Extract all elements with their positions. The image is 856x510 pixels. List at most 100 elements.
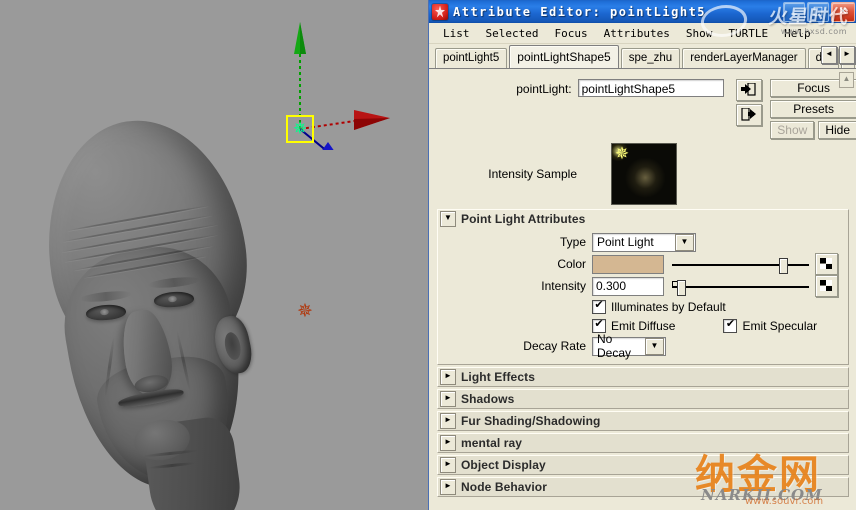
frame-title-point-light-attributes: Point Light Attributes — [461, 212, 586, 226]
frame-header-light-effects[interactable]: ► Light Effects — [438, 368, 848, 386]
texture-map-icon — [820, 280, 832, 291]
intensity-sample-label: Intensity Sample — [488, 167, 577, 181]
decay-rate-row: Decay Rate No Decay ▼ — [438, 332, 848, 360]
minimize-button[interactable]: _ — [783, 2, 805, 22]
color-map-button[interactable] — [815, 253, 838, 275]
collapse-arrow-icon[interactable]: ▼ — [440, 211, 456, 227]
frame-point-light-attributes: ▼ Point Light Attributes Type Point Ligh… — [437, 72, 854, 365]
frame-title-fur-shading-shadowing: Fur Shading/Shadowing — [461, 414, 601, 428]
3d-viewport[interactable]: ✵ ✵ — [0, 0, 428, 510]
expand-arrow-icon[interactable]: ► — [440, 435, 456, 451]
type-dropdown[interactable]: Point Light ▼ — [592, 232, 696, 252]
load-attributes-buttons — [736, 79, 763, 126]
chevron-down-icon: ▼ — [645, 337, 664, 355]
emit-diffuse-checkbox[interactable] — [592, 318, 606, 333]
load-attributes-in-icon[interactable] — [736, 79, 763, 101]
type-dropdown-value: Point Light — [597, 235, 654, 249]
frame-header-point-light-attributes[interactable]: ▼ Point Light Attributes — [438, 210, 848, 228]
attribute-editor-window: Attribute Editor: pointLight5 _ □ × 火星时代… — [428, 0, 856, 510]
maximize-icon: □ — [812, 4, 824, 17]
frame-header-mental-ray[interactable]: ► mental ray — [438, 434, 848, 452]
intensity-slider[interactable] — [672, 277, 809, 296]
frame-title-object-display: Object Display — [461, 458, 546, 472]
color-row: Color — [438, 253, 848, 275]
frame-header-shadows[interactable]: ► Shadows — [438, 390, 848, 408]
head-model[interactable] — [29, 106, 280, 510]
menu-attributes[interactable]: Attributes — [596, 25, 678, 42]
maximize-button[interactable]: □ — [807, 2, 829, 22]
scroll-up-button[interactable]: ▲ — [839, 72, 854, 88]
presets-button[interactable]: Presets — [770, 100, 856, 118]
frame-node-behavior: ► Node Behavior — [437, 477, 849, 497]
tab-spe-zhu[interactable]: spe_zhu — [620, 48, 681, 68]
frame-header-node-behavior[interactable]: ► Node Behavior — [438, 478, 848, 496]
frame-header-object-display[interactable]: ► Object Display — [438, 456, 848, 474]
intensity-slider-thumb[interactable] — [677, 279, 687, 296]
illuminates-by-default-checkbox[interactable] — [592, 299, 606, 314]
color-slider-thumb[interactable] — [778, 257, 788, 274]
chevron-down-icon: ▼ — [675, 233, 694, 251]
tab-pointlight5[interactable]: pointLight5 — [435, 48, 508, 68]
frame-title-light-effects: Light Effects — [461, 370, 535, 384]
tab-renderlayermanager[interactable]: renderLayerManager — [682, 48, 806, 68]
move-manipulator[interactable]: ✵ — [250, 20, 390, 150]
tab-scroll-left-icon[interactable]: ◄ — [821, 46, 837, 64]
type-label: Type — [559, 235, 586, 249]
node-header-buttons: Focus Presets Show Hide — [770, 79, 856, 139]
menu-list[interactable]: List — [435, 25, 478, 42]
expand-arrow-icon[interactable]: ► — [440, 391, 456, 407]
color-label: Color — [557, 257, 586, 271]
intensity-slider-track — [672, 285, 809, 288]
window-title: Attribute Editor: pointLight5 — [453, 4, 707, 19]
light-spark-icon: ✵ — [614, 144, 630, 163]
color-swatch[interactable] — [592, 254, 664, 274]
maya-star-icon — [432, 3, 448, 20]
tab-pointlightshape5[interactable]: pointLightShape5 — [509, 45, 619, 68]
expand-arrow-icon[interactable]: ► — [440, 413, 456, 429]
hide-button[interactable]: Hide — [818, 121, 856, 139]
illuminates-by-default-row: Illuminates by Default — [438, 297, 848, 316]
color-slider[interactable] — [672, 255, 809, 274]
window-titlebar[interactable]: Attribute Editor: pointLight5 _ □ × 火星时代… — [429, 0, 856, 37]
manipulator-center-icon[interactable]: ✵ — [292, 120, 308, 137]
emit-specular-checkbox[interactable] — [723, 318, 738, 333]
show-button[interactable]: Show — [770, 121, 815, 139]
menu-focus[interactable]: Focus — [546, 25, 595, 42]
intensity-map-button[interactable] — [815, 275, 838, 297]
decay-rate-label: Decay Rate — [523, 339, 586, 353]
menu-turtle[interactable]: TURTLE — [720, 25, 776, 42]
node-name-input[interactable]: pointLightShape5 — [577, 79, 725, 97]
intensity-input[interactable]: 0.300 — [592, 276, 664, 296]
frame-mental-ray: ► mental ray — [437, 433, 849, 453]
frame-title-node-behavior: Node Behavior — [461, 480, 547, 494]
expand-arrow-icon[interactable]: ► — [440, 479, 456, 495]
attribute-editor-body: pointLight: pointLightShape5 Focus Prese… — [429, 69, 856, 497]
emit-specular-label: Emit Specular — [742, 318, 818, 333]
menu-selected[interactable]: Selected — [478, 25, 547, 42]
node-name-row: pointLight: pointLightShape5 Focus Prese… — [429, 69, 856, 139]
frame-title-shadows: Shadows — [461, 392, 515, 406]
frame-header-fur-shading-shadowing[interactable]: ► Fur Shading/Shadowing — [438, 412, 848, 430]
expand-arrow-icon[interactable]: ► — [440, 369, 456, 385]
tab-scroll-controls: ◄ ► — [821, 46, 855, 64]
node-name-label: pointLight: — [516, 82, 572, 96]
texture-map-icon — [820, 258, 832, 269]
menubar: List Selected Focus Attributes Show TURT… — [429, 23, 856, 44]
menu-help[interactable]: Help — [776, 25, 819, 42]
menu-show[interactable]: Show — [678, 25, 721, 42]
load-attributes-out-icon[interactable] — [736, 104, 763, 126]
frame-shadows: ► Shadows — [437, 389, 849, 409]
frame-object-display: ► Object Display — [437, 455, 849, 475]
expand-arrow-icon[interactable]: ► — [440, 457, 456, 473]
close-button[interactable]: × — [831, 2, 855, 22]
point-light-icon[interactable]: ✵ — [296, 302, 314, 321]
close-icon: × — [838, 4, 848, 17]
decay-rate-dropdown[interactable]: No Decay ▼ — [592, 332, 666, 360]
color-slider-track — [672, 263, 809, 266]
watermark-bottom-url: www.souvr.com — [745, 496, 824, 507]
tab-scroll-right-icon[interactable]: ► — [839, 46, 855, 64]
frame-title-mental-ray: mental ray — [461, 436, 523, 450]
frame-light-effects: ► Light Effects — [437, 367, 849, 387]
intensity-sample-swatch[interactable]: ✵ — [611, 143, 677, 205]
decay-rate-value: No Decay — [597, 332, 632, 360]
